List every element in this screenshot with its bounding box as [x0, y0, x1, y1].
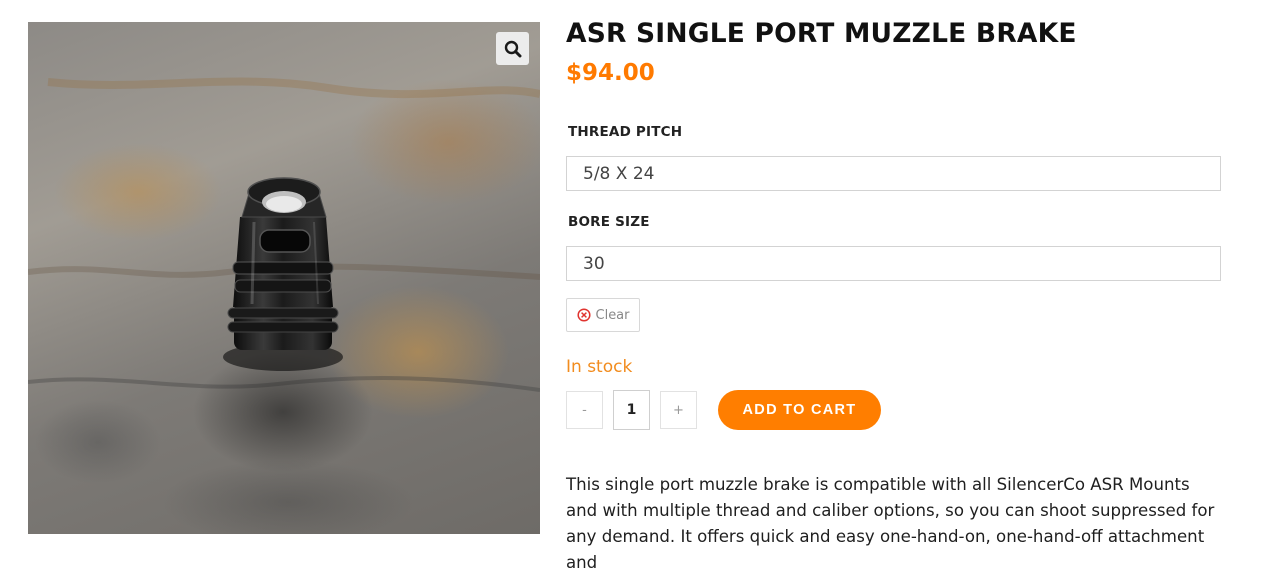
zoom-button[interactable] [496, 32, 529, 65]
quantity-decrease-button[interactable]: - [566, 391, 603, 429]
product-title: ASR SINGLE PORT MUZZLE BRAKE [566, 18, 1077, 49]
circle-x-icon [576, 308, 591, 322]
magnifier-icon [504, 40, 521, 57]
quantity-input[interactable]: 1 [613, 390, 650, 430]
product-description: This single port muzzle brake is compati… [566, 475, 1215, 572]
product-price: $94.00 [566, 60, 655, 86]
product-image[interactable] [28, 22, 540, 534]
thread-pitch-value: 5/8 X 24 [583, 163, 655, 184]
muzzle-brake-photo [28, 77, 540, 472]
stock-status: In stock [566, 357, 633, 377]
bore-size-value: 30 [583, 253, 605, 274]
thread-pitch-label: THREAD PITCH [568, 124, 683, 140]
bore-size-label: BORE SIZE [568, 214, 650, 230]
bore-size-select[interactable]: 30 [566, 246, 1221, 281]
add-to-cart-button[interactable]: ADD TO CART [718, 390, 881, 430]
clear-label: Clear [595, 307, 630, 323]
quantity-increase-button[interactable]: + [660, 391, 697, 429]
clear-selection-button[interactable]: Clear [566, 298, 640, 332]
thread-pitch-select[interactable]: 5/8 X 24 [566, 156, 1221, 191]
